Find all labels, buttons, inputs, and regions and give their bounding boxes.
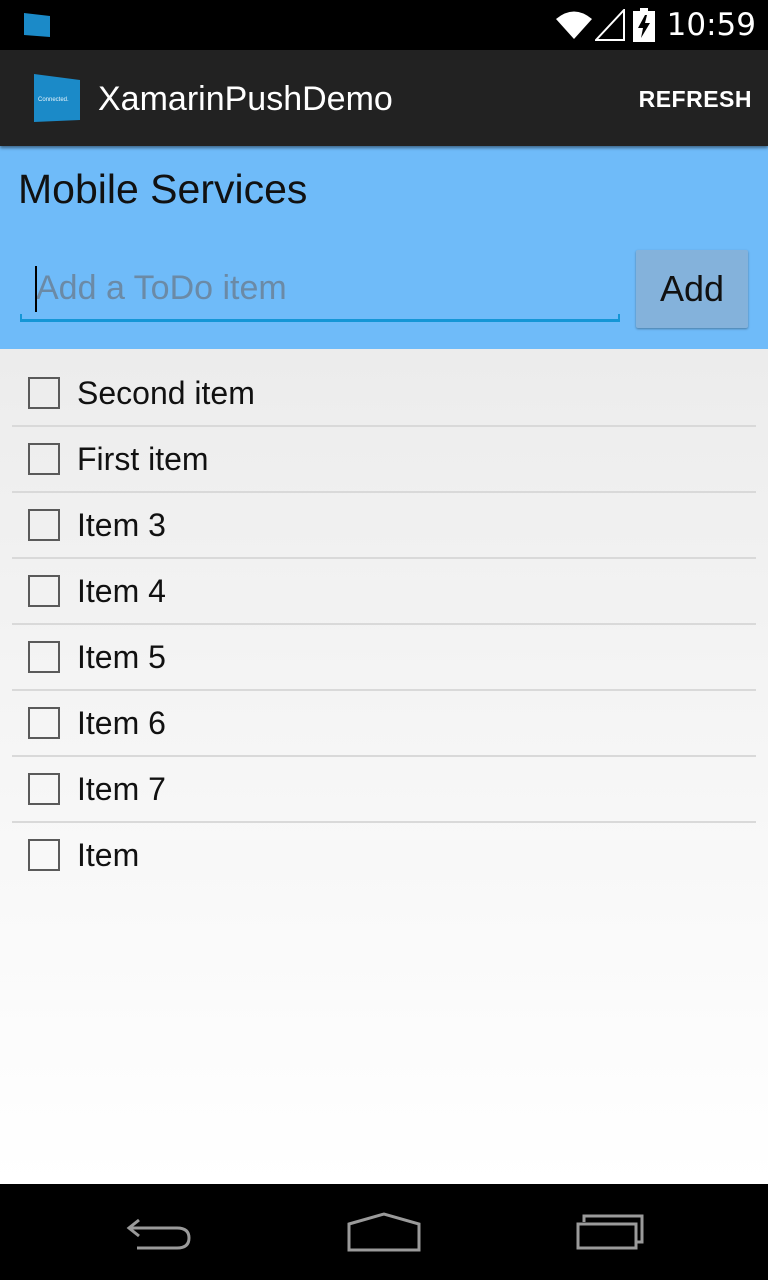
todo-list-item[interactable]: Second item: [12, 361, 756, 427]
todo-checkbox[interactable]: [28, 575, 60, 607]
todo-list-item[interactable]: Item 5: [12, 625, 756, 691]
todo-item-label: Item 3: [77, 507, 166, 543]
navigation-bar: [0, 1184, 768, 1280]
todo-item-label: Second item: [77, 375, 255, 411]
status-bar: 10:59: [0, 0, 768, 50]
todo-input[interactable]: [20, 258, 620, 318]
todo-list: Second item First item Item 3 Item 4 Item 5 I…: [12, 361, 756, 889]
todo-list-item[interactable]: Item 7: [12, 757, 756, 823]
text-cursor: [35, 266, 37, 312]
app-title: XamarinPushDemo: [98, 80, 393, 118]
todo-item-label: Item 7: [77, 771, 166, 807]
recent-apps-button[interactable]: [550, 1184, 670, 1280]
todo-item-label: Item: [77, 837, 140, 873]
battery-charging-icon: [632, 8, 655, 42]
refresh-button[interactable]: REFRESH: [623, 50, 768, 146]
back-button[interactable]: [100, 1184, 220, 1280]
recent-apps-icon: [576, 1214, 644, 1250]
todo-item-label: Item 5: [77, 639, 166, 675]
todo-checkbox[interactable]: [28, 641, 60, 673]
todo-list-area: Second item First item Item 3 Item 4 Item 5 I…: [0, 349, 768, 1184]
todo-checkbox[interactable]: [28, 509, 60, 541]
app-logo[interactable]: Connected.: [32, 74, 82, 124]
home-icon: [347, 1212, 421, 1252]
add-button[interactable]: Add: [636, 250, 748, 328]
todo-input-container: [20, 258, 620, 322]
input-underline: [20, 314, 620, 322]
todo-list-item[interactable]: Item 4: [12, 559, 756, 625]
todo-list-item[interactable]: Item 6: [12, 691, 756, 757]
home-button[interactable]: [324, 1184, 444, 1280]
todo-checkbox[interactable]: [28, 377, 60, 409]
back-icon: [126, 1218, 191, 1250]
todo-item-label: Item 6: [77, 705, 166, 741]
todo-item-label: First item: [77, 441, 209, 477]
app-notification-icon: [24, 13, 50, 37]
todo-checkbox[interactable]: [28, 839, 60, 871]
todo-checkbox[interactable]: [28, 443, 60, 475]
todo-list-item[interactable]: Item 3: [12, 493, 756, 559]
logo-text: Connected.: [38, 97, 69, 103]
page-title: Mobile Services: [18, 166, 308, 212]
todo-list-item[interactable]: Item: [12, 823, 756, 889]
signal-icon: [594, 9, 625, 41]
todo-checkbox[interactable]: [28, 773, 60, 805]
todo-checkbox[interactable]: [28, 707, 60, 739]
wifi-icon: [555, 11, 592, 39]
todo-list-item[interactable]: First item: [12, 427, 756, 493]
todo-item-label: Item 4: [77, 573, 166, 609]
status-time: 10:59: [666, 7, 756, 43]
action-bar: Connected. XamarinPushDemo REFRESH: [0, 50, 768, 146]
status-indicators: 10:59: [555, 0, 756, 50]
